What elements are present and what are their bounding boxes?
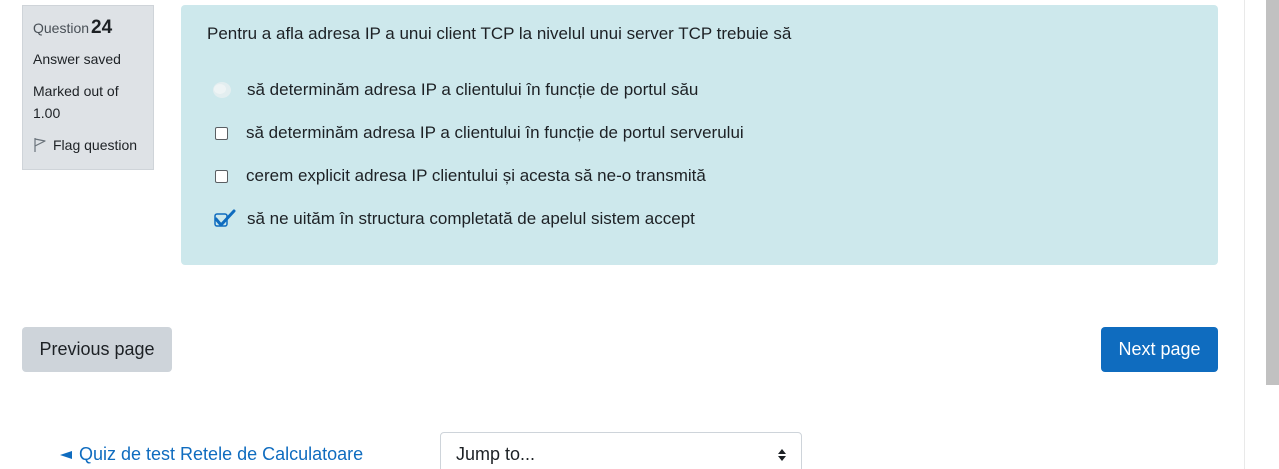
answer-option-label: să determinăm adresa IP a clientului în … [246, 123, 744, 142]
answer-option-label: să determinăm adresa IP a clientului în … [247, 80, 699, 99]
answer-option-4[interactable]: să ne uităm în structura completată de a… [212, 209, 695, 229]
back-to-quiz-link[interactable]: Quiz de test Retele de Calculatoare [60, 444, 363, 465]
question-prefix: Question [33, 20, 90, 36]
answer-checkbox[interactable] [215, 169, 228, 183]
triangle-left-icon [60, 450, 72, 459]
scrollbar-thumb[interactable] [1266, 0, 1279, 385]
previous-page-button[interactable]: Previous page [22, 327, 172, 372]
question-text: Pentru a afla adresa IP a unui client TC… [207, 24, 792, 43]
question-number: Question 24 [33, 17, 143, 39]
question-number-value: 24 [91, 17, 113, 38]
flag-outline-icon [34, 138, 46, 152]
obscured-checkbox-icon [213, 82, 231, 98]
jump-select-value: Jump to... [456, 443, 536, 464]
question-content: Pentru a afla adresa IP a unui client TC… [181, 5, 1218, 265]
answer-option-1[interactable]: să determinăm adresa IP a clientului în … [213, 80, 699, 100]
question-info-panel: Question 24 Answer saved Marked out of 1.… [22, 5, 154, 170]
question-state: Answer saved [33, 51, 121, 67]
answer-option-2[interactable]: să determinăm adresa IP a clientului în … [215, 123, 744, 143]
jump-to-select[interactable]: Jump to... [440, 432, 802, 469]
answer-checkbox[interactable] [215, 126, 228, 140]
question-grade: Marked out of 1.00 [33, 83, 119, 121]
answer-option-label: cerem explicit adresa IP clientului și a… [246, 166, 706, 185]
checkmark-icon[interactable] [212, 209, 236, 229]
select-updown-icon [778, 449, 786, 461]
answer-option-3[interactable]: cerem explicit adresa IP clientului și a… [215, 166, 706, 186]
flag-question-label: Flag question [53, 137, 138, 153]
back-link-label: Quiz de test Retele de Calculatoare [79, 444, 364, 464]
next-page-button[interactable]: Next page [1101, 327, 1218, 372]
answer-option-label: să ne uităm în structura completată de a… [247, 209, 695, 228]
flag-question-link[interactable]: Flag question [33, 137, 143, 153]
